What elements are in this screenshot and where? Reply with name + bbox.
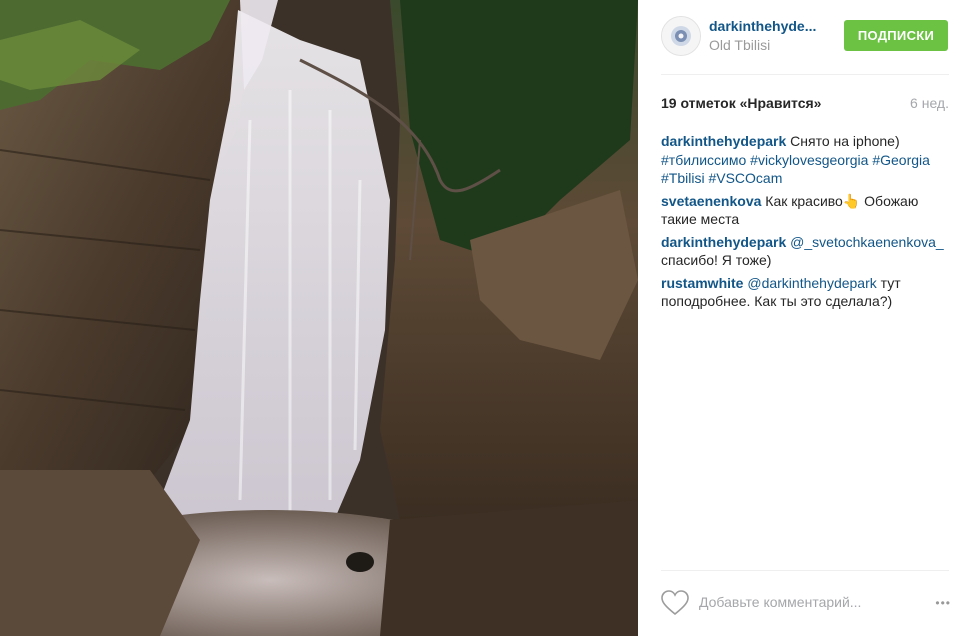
post-location[interactable]: Old Tbilisi [709, 37, 770, 53]
comments-list: darkinthehydepark Снято на iphone) #тбил… [661, 132, 951, 315]
comment-username[interactable]: rustamwhite [661, 275, 743, 291]
header-divider [661, 74, 949, 75]
post-header: darkinthehyde... Old Tbilisi ПОДПИСКИ [661, 14, 949, 60]
follow-button[interactable]: ПОДПИСКИ [844, 20, 948, 51]
author-username[interactable]: darkinthehyde... [709, 18, 816, 34]
more-options-icon[interactable]: ••• [935, 596, 951, 610]
hashtag-link[interactable]: #VSCOcam [708, 170, 782, 186]
comment-mention[interactable]: @darkinthehydepark [743, 275, 876, 291]
avatar-icon [662, 17, 700, 55]
heart-icon[interactable] [661, 590, 689, 616]
post-photo[interactable] [0, 0, 638, 636]
post-age[interactable]: 6 нед. [910, 95, 949, 111]
comment-item: rustamwhite @darkinthehydepark тут попод… [661, 274, 951, 311]
footer-divider [661, 570, 949, 571]
comment-username[interactable]: darkinthehydepark [661, 234, 786, 250]
hashtag-link[interactable]: #vickylovesgeorgia [750, 152, 868, 168]
comment-text: Снято на iphone) [786, 133, 900, 149]
hashtag-link[interactable]: #тбилиссимо [661, 152, 746, 168]
comment-item: svetaenenkova Как красиво👆 Обожаю такие … [661, 192, 951, 229]
comment-username[interactable]: darkinthehydepark [661, 133, 786, 149]
hashtag-link[interactable]: #Tbilisi [661, 170, 705, 186]
post-side-panel: darkinthehyde... Old Tbilisi ПОДПИСКИ 19… [638, 0, 964, 636]
instagram-post-view: darkinthehyde... Old Tbilisi ПОДПИСКИ 19… [0, 0, 964, 636]
hashtag-link[interactable]: #Georgia [872, 152, 930, 168]
comment-item: darkinthehydepark @_svetochkaenenkova_ с… [661, 233, 951, 270]
comment-mention[interactable]: @_svetochkaenenkova_ [786, 234, 944, 250]
comment-text: спасибо! Я тоже) [661, 252, 772, 268]
comment-bar: Добавьте комментарий... ••• [661, 586, 951, 620]
author-avatar[interactable] [661, 16, 701, 56]
waterfall-image [0, 0, 638, 636]
comment-username[interactable]: svetaenenkova [661, 193, 761, 209]
comment-input[interactable]: Добавьте комментарий... [699, 594, 861, 610]
comment-item: darkinthehydepark Снято на iphone) #тбил… [661, 132, 951, 188]
likes-count[interactable]: 19 отметок «Нравится» [661, 95, 821, 111]
